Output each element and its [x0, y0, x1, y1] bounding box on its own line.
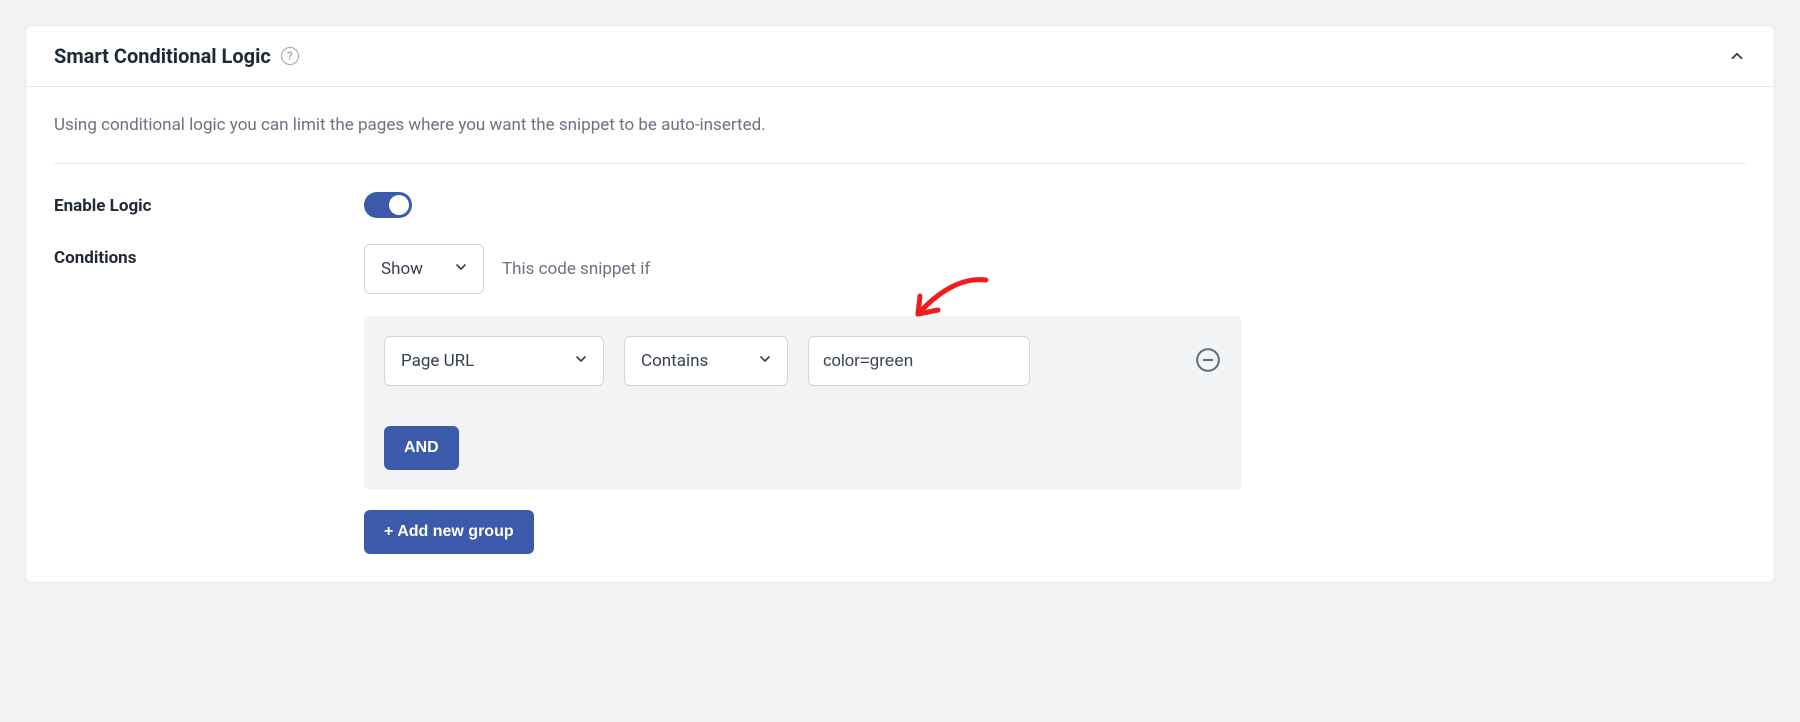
condition-group: Page URL Contains — [364, 316, 1242, 490]
action-select[interactable]: Show — [364, 244, 484, 294]
chevron-down-icon — [757, 351, 773, 371]
conditions-hint: This code snippet if — [502, 259, 650, 279]
enable-logic-row: Enable Logic — [54, 192, 1746, 218]
panel-title: Smart Conditional Logic — [54, 44, 271, 68]
chevron-down-icon — [573, 351, 589, 371]
action-select-value: Show — [381, 259, 423, 279]
collapse-toggle[interactable] — [1728, 47, 1746, 65]
conditional-logic-panel: Smart Conditional Logic ? Using conditio… — [25, 25, 1775, 583]
help-icon[interactable]: ? — [281, 47, 299, 65]
panel-title-wrap: Smart Conditional Logic ? — [54, 44, 299, 68]
operator-select-value: Contains — [641, 351, 708, 371]
panel-body: Using conditional logic you can limit th… — [26, 87, 1774, 582]
enable-logic-content — [364, 192, 1746, 218]
field-select[interactable]: Page URL — [384, 336, 604, 386]
conditions-label: Conditions — [54, 244, 364, 268]
operator-select[interactable]: Contains — [624, 336, 788, 386]
conditions-row: Conditions Show This code snippet if — [54, 244, 1746, 554]
panel-description: Using conditional logic you can limit th… — [54, 115, 1746, 164]
enable-logic-toggle[interactable] — [364, 192, 412, 218]
toggle-knob — [389, 195, 409, 215]
remove-condition-button[interactable] — [1194, 346, 1222, 374]
minus-circle-icon — [1195, 347, 1221, 373]
enable-logic-label: Enable Logic — [54, 192, 364, 216]
add-group-button[interactable]: + Add new group — [364, 510, 534, 554]
group-fields: Page URL Contains — [384, 336, 1145, 470]
chevron-up-icon — [1728, 47, 1746, 65]
chevron-down-icon — [453, 259, 469, 279]
value-input[interactable] — [808, 336, 1030, 386]
and-button[interactable]: AND — [384, 426, 459, 470]
conditions-content: Show This code snippet if — [364, 244, 1746, 554]
field-select-value: Page URL — [401, 351, 474, 371]
conditions-head: Show This code snippet if — [364, 244, 1746, 294]
panel-header: Smart Conditional Logic ? — [26, 26, 1774, 87]
